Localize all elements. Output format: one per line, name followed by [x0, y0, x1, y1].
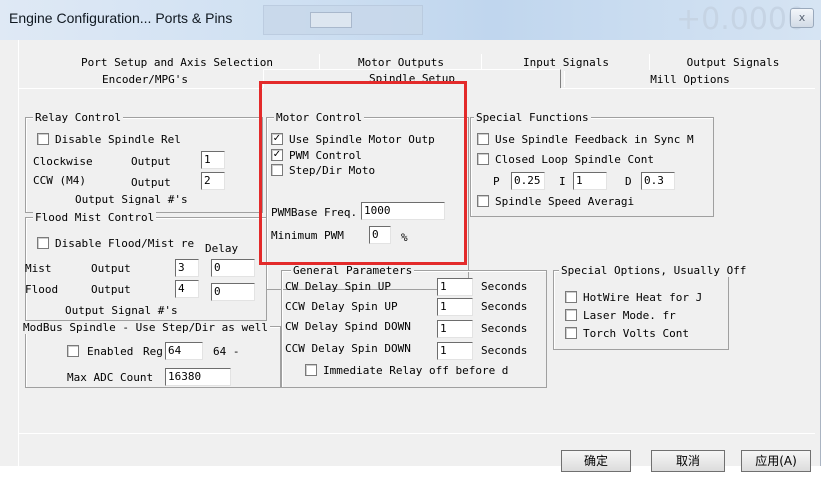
param-field-ccw-spin-down[interactable]: 1: [437, 342, 473, 360]
max-adc-count-label: Max ADC Count: [67, 371, 154, 384]
closed-loop-checkbox[interactable]: [477, 153, 489, 165]
param-field-cw-spin-up[interactable]: 1: [437, 278, 473, 296]
background-window-button: [310, 12, 352, 28]
tab-baseline: [19, 88, 263, 89]
p-gain-label: P: [493, 175, 500, 188]
flood-mist-title: Flood Mist Control: [33, 211, 157, 224]
speed-averaging-label: Spindle Speed Averagi: [495, 195, 635, 208]
torch-volts-label: Torch Volts Cont: [583, 327, 689, 340]
window-title: Engine Configuration... Ports & Pins: [9, 10, 233, 26]
flood-delay-field[interactable]: 0: [211, 283, 255, 301]
tab-separator: [319, 54, 320, 70]
modbus-reg-label: Reg: [143, 345, 163, 358]
param-unit: Seconds: [481, 344, 528, 357]
mist-output-field[interactable]: 3: [175, 259, 199, 277]
disable-flood-mist-checkbox[interactable]: [37, 237, 49, 249]
tab-separator: [649, 54, 650, 70]
i-gain-field[interactable]: 1: [573, 172, 607, 190]
special-functions-title: Special Functions: [474, 111, 591, 124]
tab-separator: [481, 54, 482, 70]
tab-baseline: [561, 88, 815, 89]
tab-mill-options[interactable]: Mill Options: [567, 71, 813, 88]
spindle-feedback-label: Use Spindle Feedback in Sync M: [495, 133, 694, 146]
ccw-output-field[interactable]: 2: [201, 172, 225, 190]
annotation-highlight-box: [259, 81, 467, 265]
cancel-button[interactable]: 取消: [651, 450, 725, 472]
d-gain-label: D: [625, 175, 632, 188]
i-gain-label: I: [559, 175, 566, 188]
config-window: +0.0000 Engine Configuration... Ports & …: [0, 0, 821, 472]
mist-output-label: Output: [91, 262, 131, 275]
delay-column-label: Delay: [205, 242, 239, 255]
param-label-cw-spin-down: CW Delay Spind DOWN: [285, 320, 411, 333]
clockwise-label: Clockwise: [33, 155, 93, 168]
p-gain-field[interactable]: 0.25: [511, 172, 545, 190]
laser-mode-label: Laser Mode. fr: [583, 309, 676, 322]
relay-control-title: Relay Control: [33, 111, 124, 124]
close-icon: x: [798, 11, 806, 24]
background-dro-value: +0.0000: [676, 2, 807, 37]
bottom-separator: [19, 433, 815, 434]
torch-volts-checkbox[interactable]: [565, 327, 577, 339]
spindle-feedback-checkbox[interactable]: [477, 133, 489, 145]
disable-spindle-relay-checkbox[interactable]: [37, 133, 49, 145]
param-unit: Seconds: [481, 322, 528, 335]
modbus-reg-field[interactable]: 64: [165, 342, 203, 360]
speed-averaging-checkbox[interactable]: [477, 195, 489, 207]
laser-mode-checkbox[interactable]: [565, 309, 577, 321]
flood-label: Flood: [25, 283, 59, 296]
modbus-spindle-title: ModBus Spindle - Use Step/Dir as well: [21, 321, 271, 334]
ccw-output-label: Output: [131, 176, 171, 189]
tab-separator: [564, 71, 565, 87]
mist-delay-field[interactable]: 0: [211, 259, 255, 277]
special-options-title: Special Options, Usually Off: [559, 264, 749, 277]
close-button[interactable]: x: [790, 8, 814, 28]
param-label-ccw-spin-up: CCW Delay Spin UP: [285, 300, 398, 313]
max-adc-count-field[interactable]: 16380: [165, 368, 231, 386]
modbus-enabled-label: Enabled: [87, 345, 134, 358]
mist-label: Mist: [25, 262, 52, 275]
immediate-relay-checkbox[interactable]: [305, 364, 317, 376]
modbus-reg-suffix: 64 -: [213, 345, 240, 358]
param-unit: Seconds: [481, 300, 528, 313]
immediate-relay-label: Immediate Relay off before d: [323, 364, 509, 377]
param-label-ccw-spin-down: CCW Delay Spin DOWN: [285, 342, 411, 355]
param-label-cw-spin-up: CW Delay Spin UP: [285, 280, 391, 293]
clockwise-output-field[interactable]: 1: [201, 151, 225, 169]
param-field-ccw-spin-up[interactable]: 1: [437, 298, 473, 316]
clockwise-output-label: Output: [131, 155, 171, 168]
param-field-cw-spin-down[interactable]: 1: [437, 320, 473, 338]
param-unit: Seconds: [481, 280, 528, 293]
flood-output-signal-caption: Output Signal #'s: [65, 304, 178, 317]
d-gain-field[interactable]: 0.3: [641, 172, 675, 190]
ok-button[interactable]: 确定: [561, 450, 631, 472]
tab-encoder-mpg[interactable]: Encoder/MPG's: [27, 71, 263, 88]
general-parameters-title: General Parameters: [291, 264, 415, 277]
flood-output-label: Output: [91, 283, 131, 296]
flood-output-field[interactable]: 4: [175, 280, 199, 298]
relay-output-signal-caption: Output Signal #'s: [75, 193, 188, 206]
closed-loop-label: Closed Loop Spindle Cont: [495, 153, 654, 166]
hotwire-heat-checkbox[interactable]: [565, 291, 577, 303]
modbus-enabled-checkbox[interactable]: [67, 345, 79, 357]
hotwire-heat-label: HotWire Heat for J: [583, 291, 703, 304]
apply-button[interactable]: 应用(A): [741, 450, 811, 472]
tab-output-signals[interactable]: Output Signals: [651, 54, 815, 71]
disable-spindle-relay-label: Disable Spindle Rel: [55, 133, 181, 146]
ccw-label: CCW (M4): [33, 174, 86, 187]
title-bar[interactable]: +0.0000 Engine Configuration... Ports & …: [0, 0, 821, 40]
disable-flood-mist-label: Disable Flood/Mist re: [55, 237, 195, 250]
